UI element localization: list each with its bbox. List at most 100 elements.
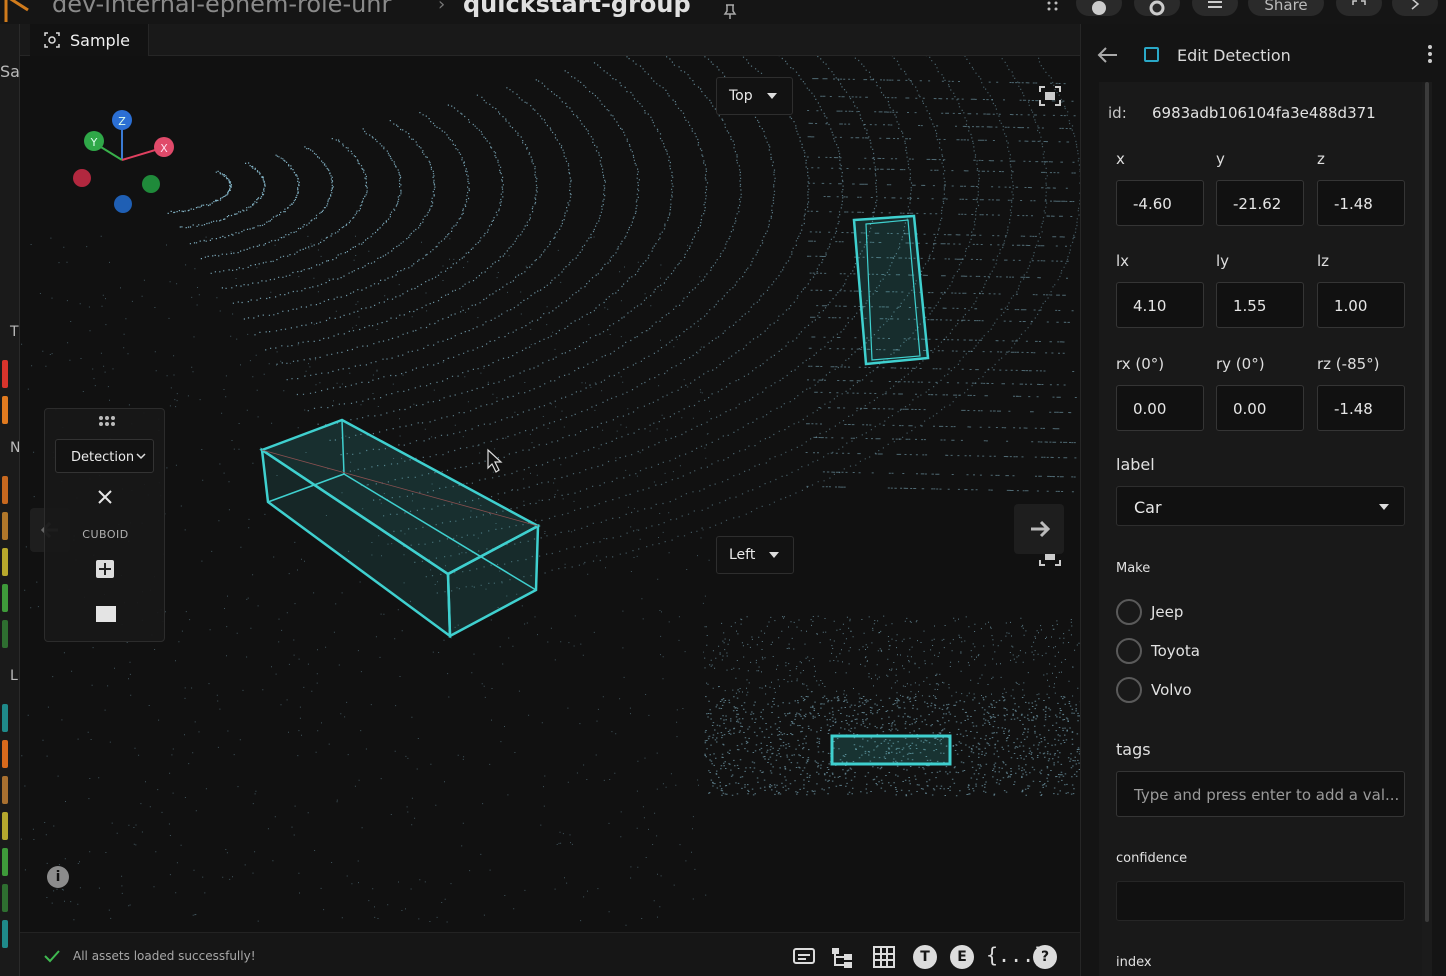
make-radio-volvo[interactable] xyxy=(1116,677,1142,703)
fit-view-icon[interactable] xyxy=(1039,86,1061,106)
arrow-back-icon[interactable] xyxy=(1097,46,1119,64)
close-icon[interactable] xyxy=(95,487,115,507)
axis-z-label: Z xyxy=(118,115,126,128)
index-title: index xyxy=(1116,955,1152,970)
axis-y-label: Y xyxy=(90,136,98,149)
fullscreen-button[interactable] xyxy=(1336,0,1382,16)
top-view-cuboid[interactable] xyxy=(852,214,930,366)
gear-icon xyxy=(1149,0,1165,16)
tags-input[interactable]: Type and press enter to add a val... xyxy=(1116,771,1405,817)
list-view-button[interactable] xyxy=(1192,0,1238,16)
detection-color-icon xyxy=(1144,47,1159,62)
drag-handle-icon[interactable] xyxy=(97,415,117,427)
more-vertical-icon[interactable] xyxy=(1427,44,1433,64)
expand-toggle-icon[interactable]: E xyxy=(950,945,974,969)
color-swatch xyxy=(2,704,8,732)
left-view-cuboid[interactable] xyxy=(830,734,952,766)
caret-down-icon xyxy=(1379,504,1389,510)
tab-sample[interactable]: Sample xyxy=(30,24,149,56)
app: dev-internal-ephem-role-unr › quickstart… xyxy=(0,0,1446,976)
text-toggle-icon[interactable]: T xyxy=(913,945,937,969)
tab-sample-label: Sample xyxy=(70,30,130,50)
panel-header: Edit Detection xyxy=(1081,24,1446,82)
rz-label: rz (-85°) xyxy=(1317,355,1380,373)
id-value: 6983adb106104fa3e488d371 xyxy=(1152,104,1376,122)
status-bar: All assets loaded successfully! T E {...… xyxy=(20,932,1080,976)
lx-field[interactable]: 4.10 xyxy=(1116,282,1204,328)
breadcrumb-group[interactable]: quickstart-group xyxy=(463,0,691,18)
chevron-right-icon xyxy=(1411,0,1420,10)
top-bar: dev-internal-ephem-role-unr › quickstart… xyxy=(0,0,1446,24)
color-swatch xyxy=(2,396,8,424)
main-cuboid[interactable] xyxy=(259,418,541,639)
gutter-stub-samples[interactable]: Sa xyxy=(0,62,19,81)
grid-icon[interactable] xyxy=(872,945,896,969)
palette-icon xyxy=(1092,1,1106,15)
color-swatch xyxy=(2,620,8,648)
rz-field[interactable]: -1.48 xyxy=(1317,385,1405,431)
left-view-select[interactable]: Left xyxy=(716,536,794,574)
x-field[interactable]: -4.60 xyxy=(1116,180,1204,226)
grid-dots-icon[interactable] xyxy=(1046,0,1060,12)
annotation-mode-select[interactable]: Detection xyxy=(55,439,154,473)
gutter-stub-t: T xyxy=(10,324,19,340)
ly-field[interactable]: 1.55 xyxy=(1216,282,1304,328)
palette-button[interactable] xyxy=(1076,0,1122,16)
tags-title: tags xyxy=(1116,740,1151,759)
fullscreen-icon xyxy=(1352,0,1366,5)
arrow-right-icon xyxy=(1031,520,1051,538)
axis-neg-y-handle[interactable] xyxy=(142,175,160,193)
axis-gizmo[interactable]: Z Y X xyxy=(73,110,174,213)
axis-neg-x-handle[interactable] xyxy=(73,169,91,187)
axis-neg-z-handle[interactable] xyxy=(114,195,132,213)
hierarchy-icon[interactable] xyxy=(830,945,854,969)
z-field[interactable]: -1.48 xyxy=(1317,180,1405,226)
lz-field[interactable]: 1.00 xyxy=(1317,282,1405,328)
chevron-down-icon xyxy=(136,453,146,460)
point-cloud-viewport[interactable]: Z Y X Top Left xyxy=(20,56,1080,932)
help-icon[interactable]: ? xyxy=(1033,945,1057,969)
check-icon xyxy=(44,950,60,963)
select-shape-icon[interactable] xyxy=(96,606,116,622)
color-swatch xyxy=(2,584,8,612)
edit-detection-panel: Edit Detection id: 6983adb106104fa3e488d… xyxy=(1080,24,1446,976)
rx-field[interactable]: 0.00 xyxy=(1116,385,1204,431)
top-view-select[interactable]: Top xyxy=(716,77,793,115)
left-view-point-cloud xyxy=(704,615,1080,797)
pin-icon[interactable] xyxy=(722,4,738,20)
id-label: id: xyxy=(1108,104,1127,122)
gutter-stub-n: N xyxy=(10,440,20,456)
y-field[interactable]: -21.62 xyxy=(1216,180,1304,226)
app-logo-icon[interactable] xyxy=(0,0,34,22)
caption-icon[interactable] xyxy=(792,945,816,969)
share-button[interactable]: Share xyxy=(1248,0,1324,16)
rx-label: rx (0°) xyxy=(1116,355,1165,373)
expand-button[interactable] xyxy=(1392,0,1438,16)
settings-button[interactable] xyxy=(1134,0,1180,16)
confidence-title: confidence xyxy=(1116,851,1188,866)
lx-label: lx xyxy=(1116,252,1130,270)
scrollbar-thumb[interactable] xyxy=(1425,82,1429,922)
add-cuboid-icon[interactable] xyxy=(96,560,114,578)
left-view-label: Left xyxy=(729,547,756,563)
make-radio-toyota[interactable] xyxy=(1116,638,1142,664)
point-cloud-canvas[interactable]: Z Y X xyxy=(20,56,1080,932)
label-select[interactable]: Car xyxy=(1116,486,1405,526)
color-swatch xyxy=(2,360,8,388)
make-option-volvo[interactable]: Volvo xyxy=(1151,681,1192,699)
confidence-input[interactable] xyxy=(1116,881,1405,921)
z-label: z xyxy=(1317,150,1325,168)
next-sample-button[interactable] xyxy=(1014,504,1064,554)
make-option-jeep[interactable]: Jeep xyxy=(1151,603,1183,621)
cuboid-tool-label: CUBOID xyxy=(82,528,129,541)
color-swatch xyxy=(2,740,8,768)
make-radio-jeep[interactable] xyxy=(1116,599,1142,625)
make-option-toyota[interactable]: Toyota xyxy=(1151,642,1200,660)
main-point-cloud xyxy=(20,56,1080,926)
label-select-value: Car xyxy=(1134,498,1162,517)
color-swatch xyxy=(2,848,8,876)
breadcrumb-dataset[interactable]: dev-internal-ephem-role-unr xyxy=(52,0,391,18)
ry-field[interactable]: 0.00 xyxy=(1216,385,1304,431)
info-icon[interactable]: i xyxy=(47,866,69,888)
label-title: label xyxy=(1116,455,1155,474)
